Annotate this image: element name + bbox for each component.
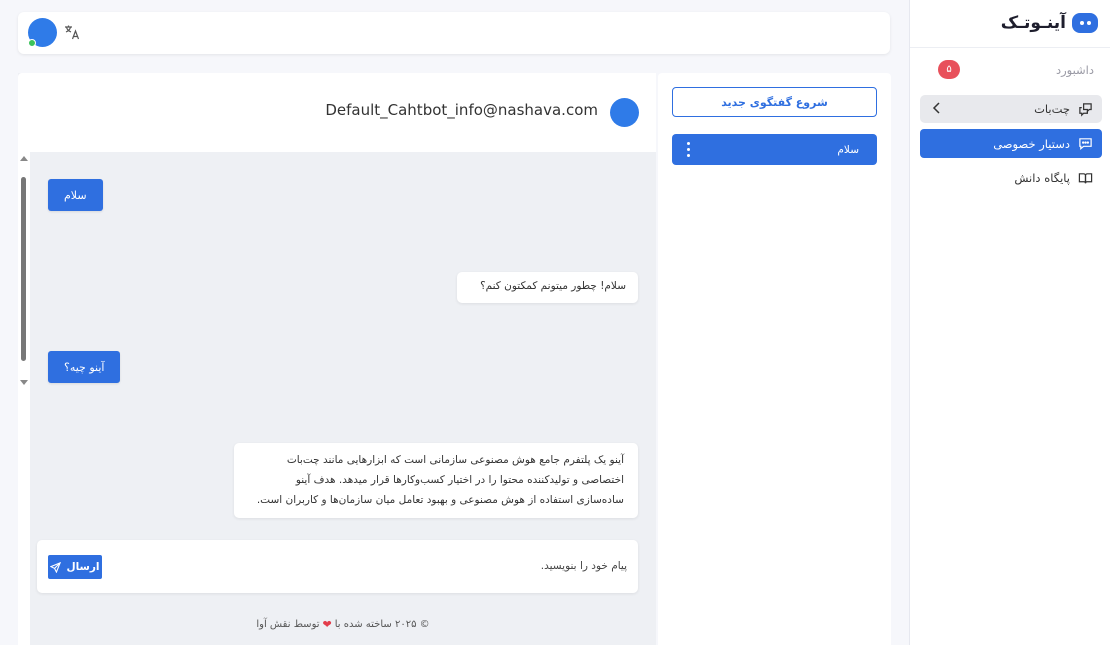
bot-message: آینو یک پلتفرم جامع هوش مصنوعی سازمانی ا… [234,443,638,518]
bot-message: سلام! چطور میتونم کمکتون کنم؟ [457,272,638,303]
sidebar-item-label: چت‌بات [1034,102,1070,116]
sidebar-item-label: داشبورد [1055,63,1094,77]
conversations-panel: شروع گفتگوی جدید سلام [658,73,891,645]
bot-message-line: آینو یک پلتفرم جامع هوش مصنوعی سازمانی ا… [286,454,624,466]
top-bar [18,12,890,54]
sidebar-item-dashboard[interactable]: داشبورد ۵ [920,56,1102,84]
footer-prefix: © ۲۰۲۵ ساخته شده با [334,618,430,630]
chat-bubbles-icon [1076,100,1094,118]
chat-panel: Default_Cahtbot_info@nashava.com سلام سل… [18,73,656,645]
conversation-title: سلام [837,143,859,156]
online-status-dot [28,39,36,47]
send-icon [50,561,62,573]
user-message: آینو چیه؟ [48,351,121,383]
more-options-icon[interactable] [682,142,694,157]
user-message: سلام [48,179,103,211]
open-book-icon [1076,169,1094,187]
translate-icon[interactable] [64,24,80,40]
sidebar-item-label: دستیار خصوصی [993,136,1070,151]
logo-text: آینـوتـک [1000,13,1066,33]
sidebar-item-private-assistant[interactable]: دستیار خصوصی [920,129,1102,158]
message-input[interactable] [117,553,627,579]
scroll-up-arrow[interactable] [20,156,28,161]
bot-message-line: ساده‌سازی استفاده از هوش مصنوعی و بهبود … [256,494,624,506]
sidebar-item-chatbots[interactable]: چت‌بات [920,95,1102,123]
notification-badge: ۵ [938,60,960,79]
footer-suffix: توسط نقش آوا [256,618,320,630]
message-dots-icon [1076,135,1094,153]
footer: © ۲۰۲۵ ساخته شده با ❤ توسط نقش آوا [30,603,656,645]
sidebar-item-knowledge-base[interactable]: پایگاه دانش [920,164,1102,192]
new-chat-button[interactable]: شروع گفتگوی جدید [672,87,877,117]
conversation-item[interactable]: سلام [672,134,877,165]
bot-message-line: اختصاصی و تولیدکننده محتوا را در اختیار … [295,474,624,486]
send-button[interactable]: ارسال [48,555,102,579]
message-composer: ارسال [37,540,638,593]
chat-title: Default_Cahtbot_info@nashava.com [325,101,598,119]
chevron-left-icon[interactable] [930,101,944,115]
logo-bot-icon [1072,13,1098,33]
logo[interactable]: آینـوتـک [1001,12,1098,34]
heart-icon: ❤ [322,617,332,631]
sidebar-item-label: پایگاه دانش [1014,171,1070,185]
send-button-label: ارسال [66,561,100,573]
app: آینـوتـک داشبورد ۵ چت‌بات [0,0,1110,645]
scroll-down-arrow[interactable] [20,380,28,385]
scrollbar-thumb[interactable] [21,177,26,361]
sidebar: آینـوتـک داشبورد ۵ چت‌بات [909,0,1110,645]
chatbot-avatar [610,98,639,127]
chat-header: Default_Cahtbot_info@nashava.com [18,73,656,152]
logo-divider [910,47,1110,48]
